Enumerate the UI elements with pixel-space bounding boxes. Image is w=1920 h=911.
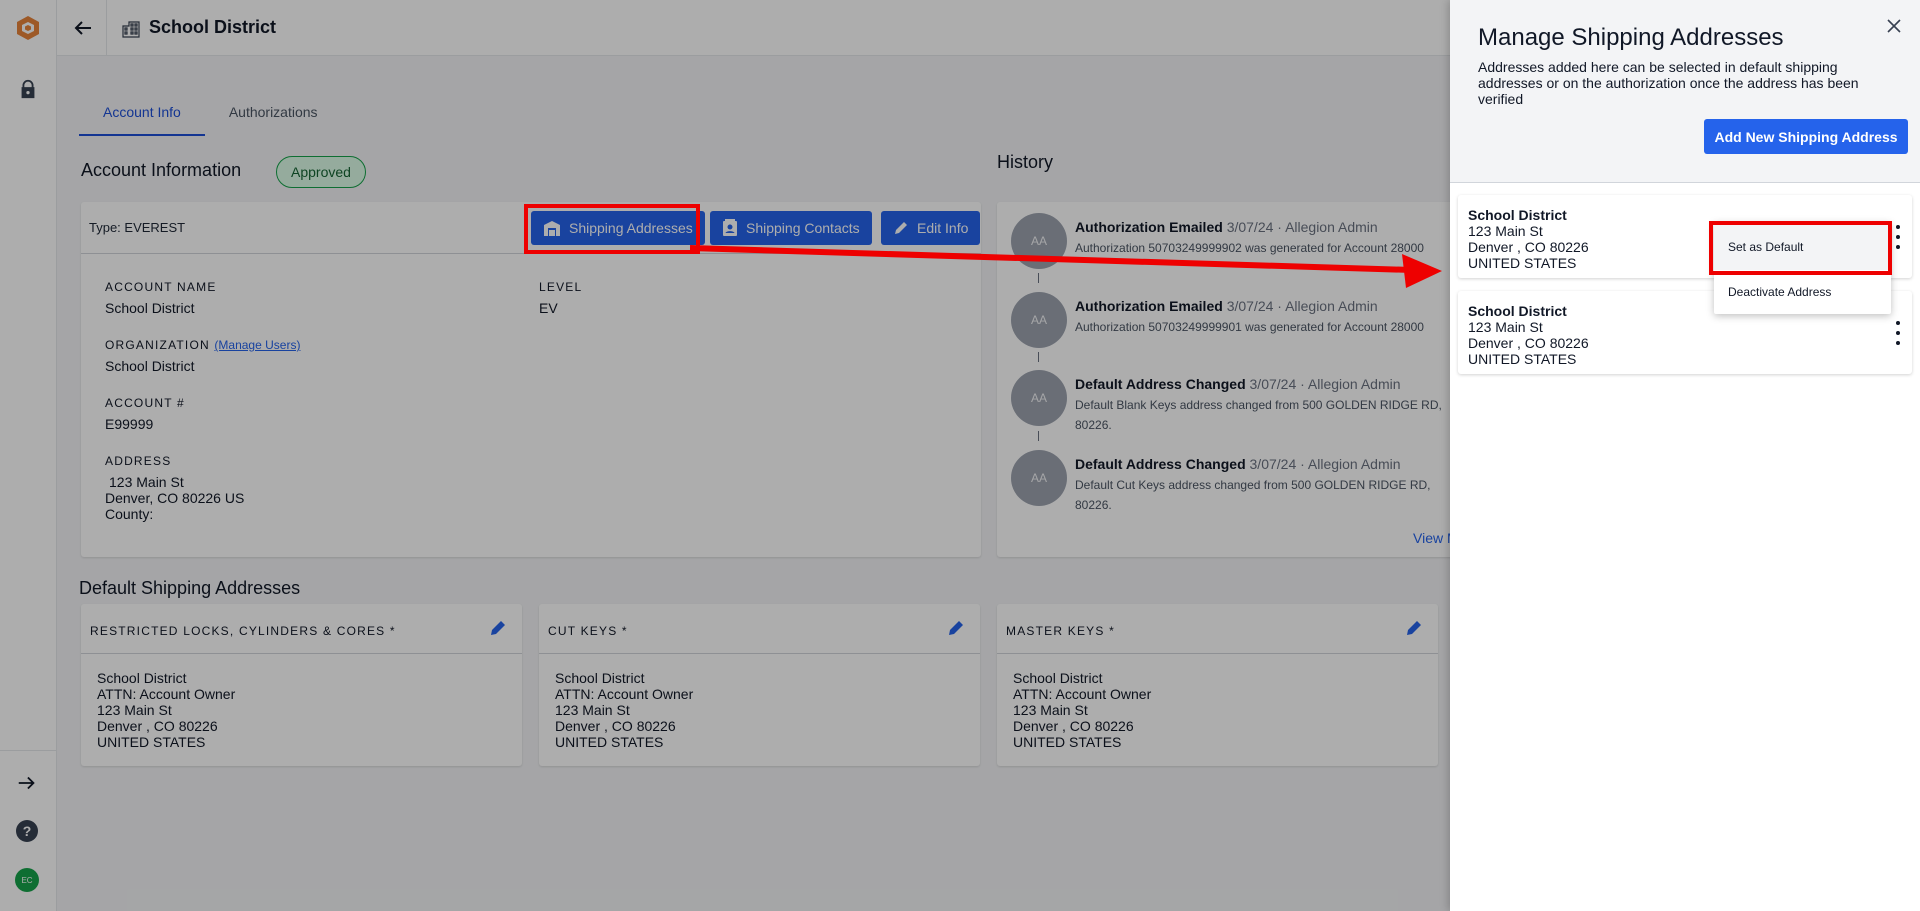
address-line: Denver , CO 80226 (1468, 239, 1589, 255)
address-line: Denver , CO 80226 (1468, 335, 1589, 351)
modal-backdrop[interactable] (0, 0, 1450, 911)
drawer-description: Addresses added here can be selected in … (1478, 59, 1859, 107)
drawer-title: Manage Shipping Addresses (1478, 24, 1784, 51)
address-country: UNITED STATES (1468, 351, 1577, 367)
address-name: School District (1468, 207, 1567, 223)
highlight-box-set-default (1709, 221, 1892, 275)
more-options-icon[interactable] (1892, 225, 1904, 249)
more-options-icon[interactable] (1892, 321, 1904, 345)
drawer-header: Manage Shipping Addresses Addresses adde… (1450, 0, 1920, 183)
highlight-box-shipping-addresses (524, 204, 700, 254)
address-country: UNITED STATES (1468, 255, 1577, 271)
shipping-address-text: School District 123 Main St Denver , CO … (1468, 303, 1589, 367)
add-new-shipping-address-button[interactable]: Add New Shipping Address (1704, 119, 1908, 154)
shipping-address-text: School District 123 Main St Denver , CO … (1468, 207, 1589, 271)
address-line: 123 Main St (1468, 319, 1543, 335)
deactivate-address-menu-item[interactable]: Deactivate Address (1714, 269, 1891, 315)
manage-shipping-drawer: Manage Shipping Addresses Addresses adde… (1450, 0, 1920, 911)
close-icon[interactable] (1886, 18, 1902, 34)
address-line: 123 Main St (1468, 223, 1543, 239)
address-name: School District (1468, 303, 1567, 319)
